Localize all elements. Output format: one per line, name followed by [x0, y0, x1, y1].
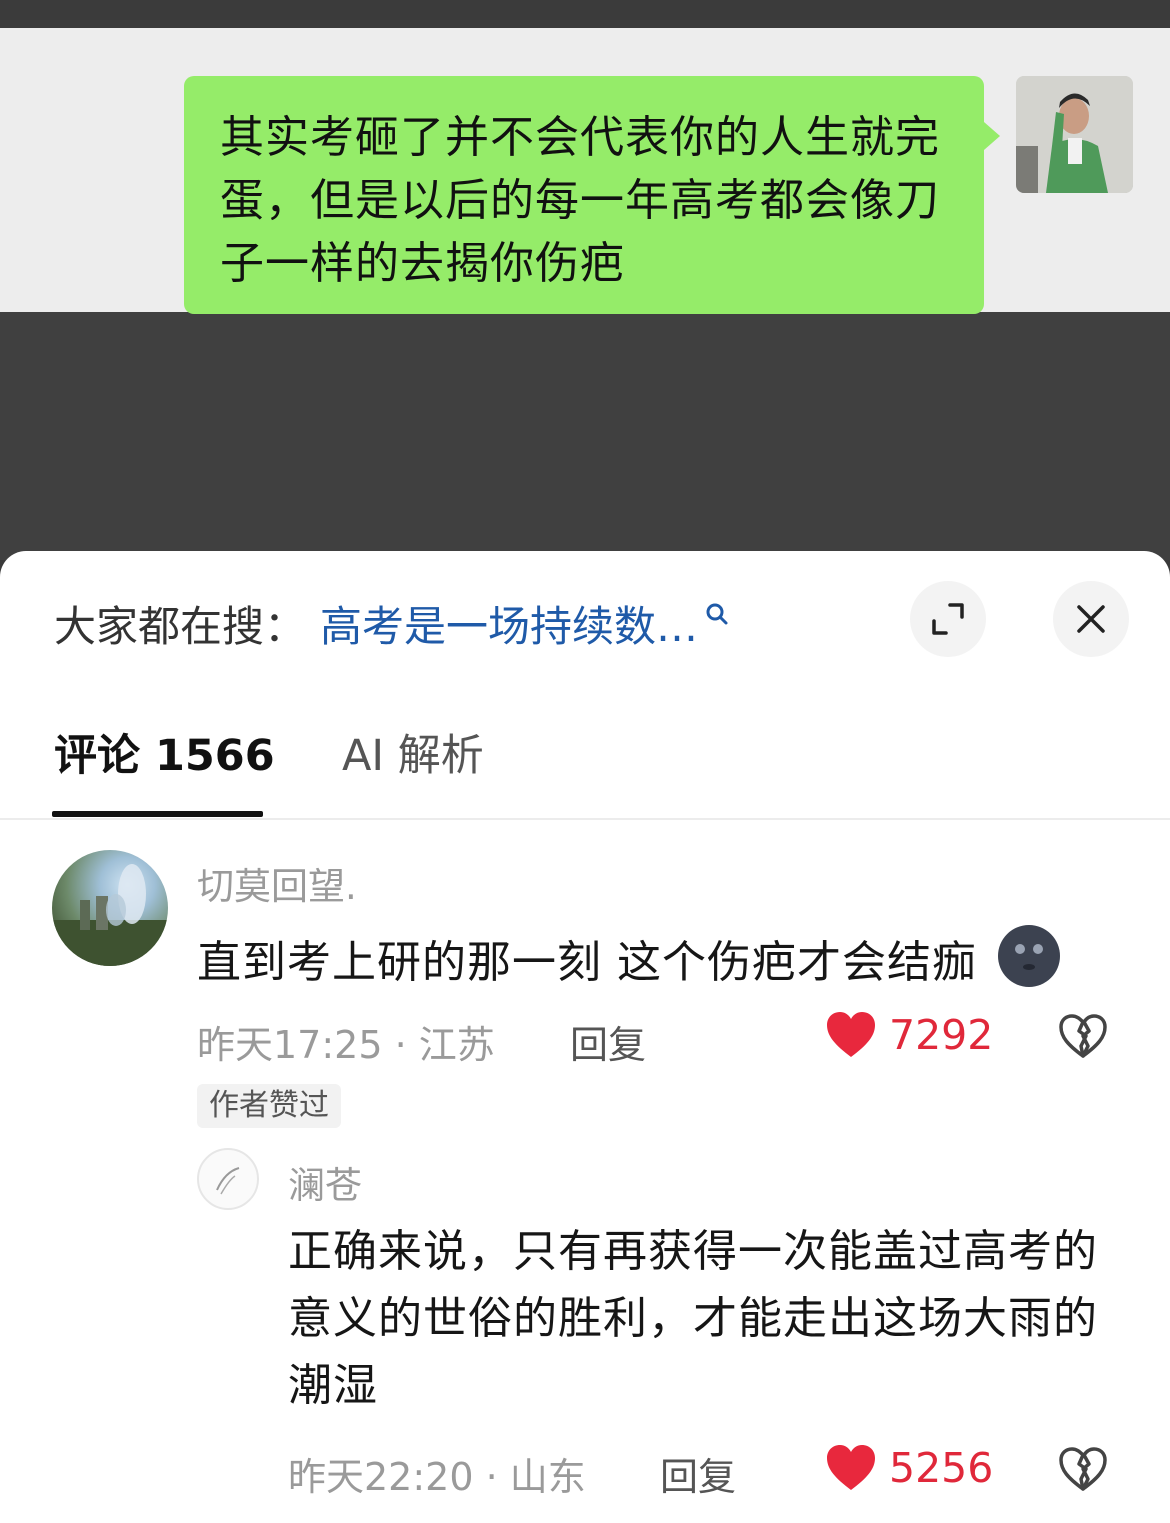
expand-button[interactable] [910, 581, 986, 657]
author-liked-badge: 作者赞过 [197, 1084, 341, 1128]
comment-time-location: 昨天22:20 · 山东 [288, 1455, 586, 1499]
heart-icon [827, 1445, 875, 1490]
comment-text: 直到考上研的那一刻 这个伤疤才会结痂 [197, 923, 1062, 996]
broken-heart-icon [1059, 1014, 1107, 1058]
avatar[interactable] [197, 1148, 259, 1210]
heart-icon [827, 1012, 875, 1057]
comment-username[interactable]: 澜苍 [288, 1155, 362, 1209]
search-icon [704, 588, 730, 637]
like-count: 7292 [889, 1011, 994, 1059]
dislike-button[interactable] [1058, 1013, 1108, 1063]
like-count: 5256 [889, 1444, 994, 1492]
like-button[interactable]: 5256 [825, 1444, 993, 1492]
chat-screenshot: 其实考砸了并不会代表你的人生就完蛋，但是以后的每一年高考都会像刀子一样的去揭你伤… [0, 28, 1170, 314]
comment-sheet: 大家都在搜： 高考是一场持续数… 评论 1566 AI 解析 切莫回望. 直到考… [0, 551, 1170, 1523]
comment-text: 正确来说，只有再获得一次能盖过高考的意义的世俗的胜利，才能走出这场大雨的潮湿 [288, 1226, 1098, 1411]
tab-comments[interactable]: 评论 1566 [54, 721, 275, 791]
comment-text-body: 直到考上研的那一刻 这个伤疤才会结痂 [197, 937, 977, 988]
chat-bubble-tail [984, 122, 1000, 150]
chat-avatar [1016, 76, 1133, 193]
emoji-icon [998, 925, 1060, 987]
like-button[interactable]: 7292 [825, 1011, 993, 1059]
trending-search-query[interactable]: 高考是一场持续数… [320, 593, 698, 654]
close-icon [1077, 605, 1105, 633]
comment-username[interactable]: 切莫回望. [197, 856, 357, 910]
chat-bubble: 其实考砸了并不会代表你的人生就完蛋，但是以后的每一年高考都会像刀子一样的去揭你伤… [184, 76, 984, 314]
tab-bar: 评论 1566 AI 解析 [0, 721, 1170, 817]
dislike-button[interactable] [1058, 1446, 1108, 1496]
reply-button[interactable]: 回复 [660, 1446, 736, 1501]
expand-icon [932, 603, 964, 635]
video-area[interactable]: 其实考砸了并不会代表你的人生就完蛋，但是以后的每一年高考都会像刀子一样的去揭你伤… [0, 0, 1170, 560]
active-tab-indicator [52, 811, 263, 817]
video-top-strip [0, 0, 1170, 28]
tab-ai-analysis[interactable]: AI 解析 [342, 721, 484, 791]
tabs-divider [0, 818, 1170, 820]
trending-search-row[interactable]: 大家都在搜： 高考是一场持续数… [54, 593, 730, 653]
comment-time-location: 昨天17:25 · 江苏 [197, 1023, 495, 1067]
avatar[interactable] [52, 850, 168, 966]
trending-search-label: 大家都在搜： [54, 601, 307, 651]
reply-button[interactable]: 回复 [570, 1014, 646, 1069]
close-button[interactable] [1053, 581, 1129, 657]
broken-heart-icon [1059, 1447, 1107, 1491]
